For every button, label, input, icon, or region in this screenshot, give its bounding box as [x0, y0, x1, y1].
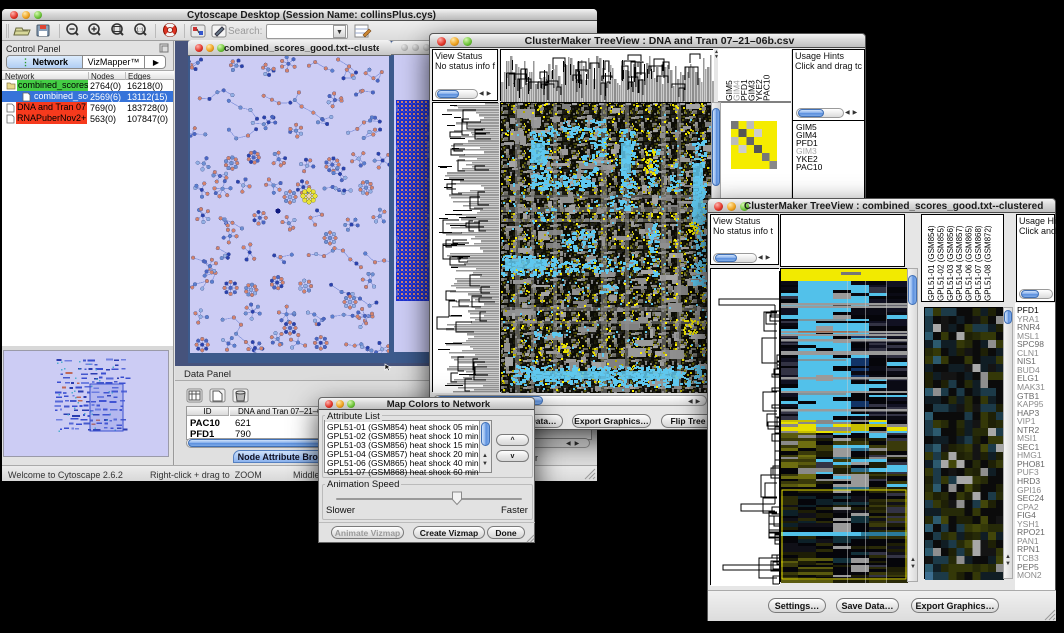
- svg-text:1:1: 1:1: [136, 28, 144, 34]
- svg-text:GPL51-07 (GSM868): GPL51-07 (GSM868): [974, 225, 983, 301]
- svg-text:GPL51-02 (GSM855): GPL51-02 (GSM855): [936, 225, 945, 301]
- svg-text:PAC10: PAC10: [762, 74, 772, 101]
- svg-text:GPL51-01 (GSM854): GPL51-01 (GSM854): [927, 225, 936, 301]
- svg-text:GPL51-06 (GSM865): GPL51-06 (GSM865): [965, 225, 974, 301]
- svg-text:GPL51-03 (GSM856): GPL51-03 (GSM856): [946, 225, 955, 301]
- svg-text:GPL51-08 (GSM872): GPL51-08 (GSM872): [983, 225, 992, 301]
- svg-text:PAC10: PAC10: [796, 162, 823, 172]
- svg-text:GPL51-04 (GSM857): GPL51-04 (GSM857): [955, 225, 964, 301]
